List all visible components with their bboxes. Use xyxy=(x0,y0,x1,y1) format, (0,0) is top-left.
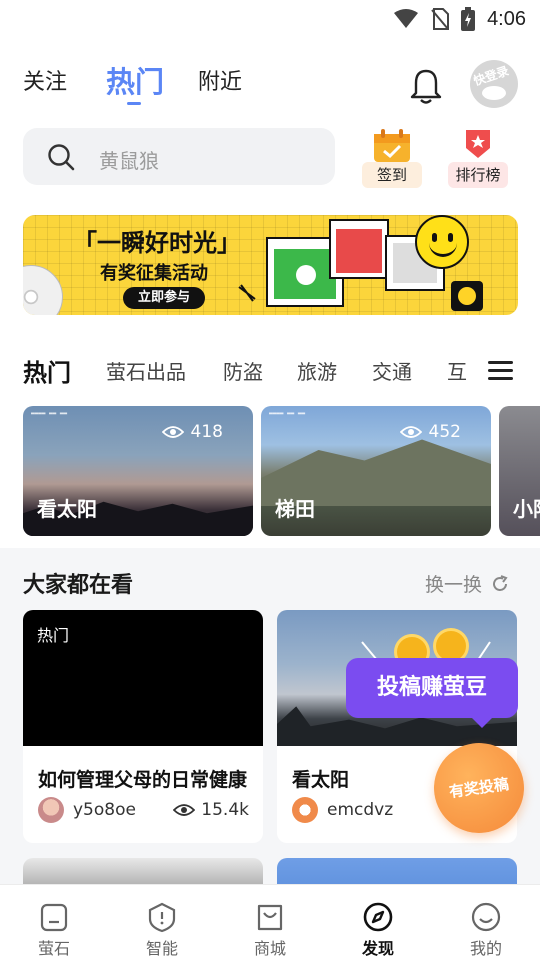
bottom-nav: 萤石 智能 商城 发现 我的 xyxy=(0,884,540,960)
hot-thumb-card[interactable]: ▬▬▬▬ ▬▬ ▬▬ 418 看太阳 xyxy=(23,406,253,536)
card-views-count: 15.4k xyxy=(201,800,249,820)
photo-frame-red xyxy=(329,219,389,279)
hot-thumbnails: ▬▬▬▬ ▬▬ ▬▬ 418 看太阳 ▬▬▬▬ ▬▬ ▬▬ 452 梯田 小阳 xyxy=(0,404,540,548)
category-anti-theft[interactable]: 防盗 xyxy=(223,356,263,385)
category-travel[interactable]: 旅游 xyxy=(297,356,337,385)
camera-timestamp: ▬▬▬▬ ▬▬ ▬▬ xyxy=(31,410,68,417)
status-time: 4:06 xyxy=(487,7,526,30)
search-icon xyxy=(48,144,75,171)
banner-join-button[interactable]: 立即参与 xyxy=(123,287,205,309)
thumb-title: 小阳 xyxy=(513,497,540,521)
campaign-banner[interactable]: 「一瞬好时光」 有奖征集活动 立即参与 xyxy=(23,215,518,315)
thumb-title: 梯田 xyxy=(275,497,315,521)
category-more-partial[interactable]: 互 xyxy=(447,356,467,385)
tab-active-indicator xyxy=(127,102,141,105)
tab-nearby[interactable]: 附近 xyxy=(198,64,242,96)
bell-icon[interactable] xyxy=(409,68,443,104)
nav-home[interactable]: 萤石 xyxy=(0,885,108,960)
nav-mine-label: 我的 xyxy=(469,939,502,958)
category-menu-button[interactable] xyxy=(478,348,522,392)
refresh-button[interactable]: 换一换 xyxy=(425,570,510,597)
smiley-icon xyxy=(415,215,469,269)
card-views: 15.4k xyxy=(173,800,249,820)
calendar-check-icon xyxy=(374,129,410,162)
avatar-mascot xyxy=(482,86,506,100)
category-traffic[interactable]: 交通 xyxy=(372,356,412,385)
avatar-login-text: 快登录 xyxy=(471,63,511,89)
battery-charging-icon xyxy=(461,7,476,31)
avatar xyxy=(292,797,318,823)
section-title: 大家都在看 xyxy=(23,573,134,598)
category-ezviz-original[interactable]: 萤石出品 xyxy=(106,356,186,385)
nav-smart[interactable]: 智能 xyxy=(108,885,216,960)
card-author-name: y5o8oe xyxy=(73,800,136,820)
ranking-button[interactable]: 排行榜 xyxy=(448,126,508,188)
thumb-views: 452 xyxy=(399,422,461,442)
contribute-promo-bubble[interactable]: 投稿赚萤豆 xyxy=(346,658,518,728)
play-box-icon xyxy=(451,281,483,311)
eye-icon xyxy=(399,426,422,438)
card-author-name: emcdvz xyxy=(327,800,394,820)
thumb-views-count: 418 xyxy=(190,422,223,442)
home-icon xyxy=(40,903,68,932)
search-input[interactable]: 黄鼠狼 xyxy=(23,128,335,185)
banner-section: 「一瞬好时光」 有奖征集活动 立即参与 xyxy=(0,198,540,334)
rank-badge-icon xyxy=(466,130,490,158)
status-bar: 4:06 xyxy=(0,0,540,40)
camera-timestamp: ▬▬▬▬ ▬▬ ▬▬ xyxy=(269,410,306,417)
sparkle-icon xyxy=(238,284,256,302)
shopping-bag-icon xyxy=(257,904,283,931)
ranking-label: 排行榜 xyxy=(448,162,508,188)
cd-disc-icon xyxy=(23,265,63,315)
search-row: 黄鼠狼 签到 排行榜 xyxy=(0,120,540,198)
nav-home-label: 萤石 xyxy=(37,939,70,958)
nav-discover[interactable]: 发现 xyxy=(324,885,432,960)
banner-title: 「一瞬好时光」 xyxy=(73,229,241,257)
tab-hot[interactable]: 热门 xyxy=(106,59,164,101)
avatar xyxy=(38,797,64,823)
thumb-views-count: 452 xyxy=(428,422,461,442)
thumb-title: 看太阳 xyxy=(37,497,97,521)
smile-face-icon xyxy=(471,902,501,932)
avatar-login[interactable]: 快登录 xyxy=(470,60,518,108)
card-tag: 热门 xyxy=(37,626,70,645)
refresh-icon xyxy=(493,574,508,591)
category-bar: 热门 萤石出品 防盗 旅游 交通 互 xyxy=(0,334,540,404)
checkin-label: 签到 xyxy=(362,162,422,188)
checkin-button[interactable]: 签到 xyxy=(362,126,422,188)
banner-subtitle: 有奖征集活动 xyxy=(100,263,208,284)
nav-mine[interactable]: 我的 xyxy=(432,885,540,960)
tab-following[interactable]: 关注 xyxy=(23,64,67,96)
eye-icon xyxy=(173,804,196,816)
card-author[interactable]: y5o8oe xyxy=(38,797,136,823)
compass-icon xyxy=(363,902,393,932)
card-author[interactable]: emcdvz xyxy=(292,797,393,823)
hot-thumb-card[interactable]: ▬▬▬▬ ▬▬ ▬▬ 452 梯田 xyxy=(261,406,491,536)
nav-smart-label: 智能 xyxy=(145,939,178,958)
nav-mall[interactable]: 商城 xyxy=(216,885,324,960)
hot-thumb-card[interactable]: 小阳 xyxy=(499,406,540,536)
top-nav: 关注 热门 附近 快登录 xyxy=(0,40,540,120)
shield-icon xyxy=(148,902,176,933)
card-title: 如何管理父母的日常健康 xyxy=(38,769,248,791)
video-card[interactable]: 热门 如何管理父母的日常健康 y5o8oe 15.4k xyxy=(23,610,263,843)
everyone-watching-header: 大家都在看 换一换 xyxy=(0,550,540,610)
eye-icon xyxy=(161,426,184,438)
thumb-views: 418 xyxy=(161,422,223,442)
nav-discover-label: 发现 xyxy=(361,939,394,958)
no-sim-icon xyxy=(431,8,450,30)
search-placeholder: 黄鼠狼 xyxy=(99,149,159,173)
category-hot[interactable]: 热门 xyxy=(23,353,71,388)
nav-mall-label: 商城 xyxy=(253,939,286,958)
refresh-label: 换一换 xyxy=(425,574,483,596)
wifi-icon xyxy=(394,9,419,28)
